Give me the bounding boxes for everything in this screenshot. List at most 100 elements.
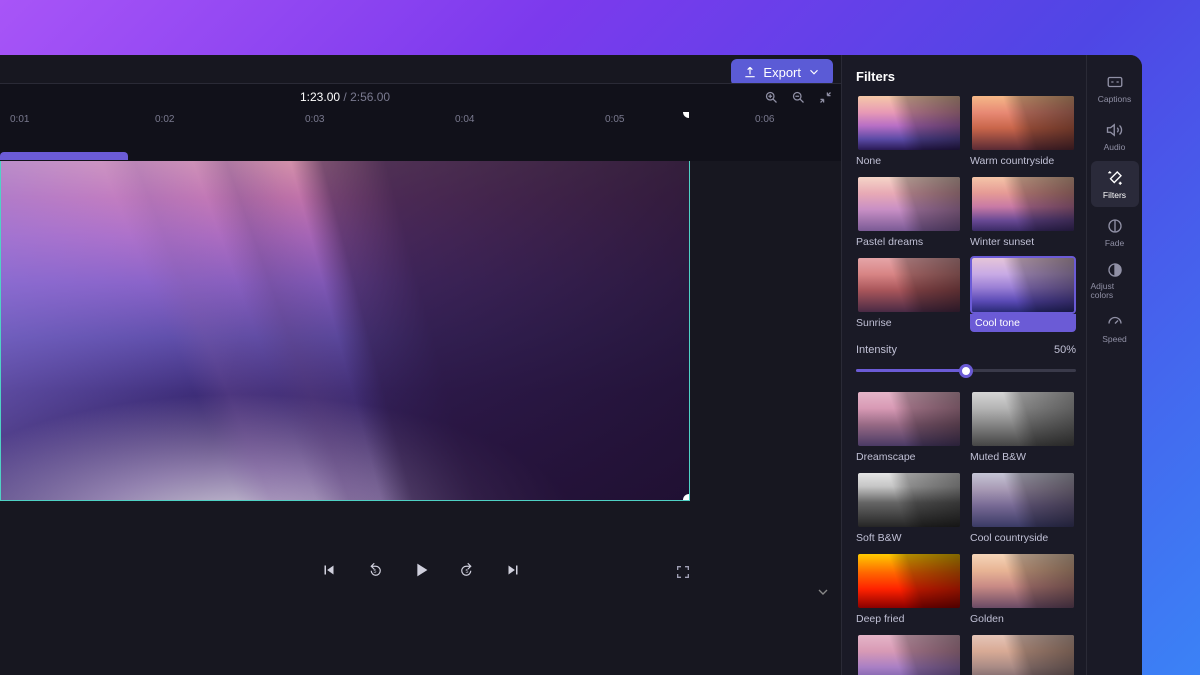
playback-controls: 5 5 — [0, 550, 841, 590]
collapse-icon — [818, 90, 833, 105]
filter-label: Pastel dreams — [856, 236, 962, 248]
skip-start-button[interactable] — [315, 556, 343, 584]
filter-dreamscape[interactable]: Dreamscape — [856, 390, 962, 465]
tool-filters[interactable]: Filters — [1091, 161, 1139, 207]
timecode-display: 1:23.00 / 2:56.00 — [300, 90, 390, 104]
video-clip[interactable] — [0, 152, 128, 160]
zoom-fit-button[interactable] — [818, 90, 833, 105]
filter-deep-fried[interactable]: Deep fried — [856, 552, 962, 627]
preview-image — [1, 112, 689, 500]
app-window: Export 16:9 5 5 — [0, 55, 1142, 675]
zoom-in-button[interactable] — [764, 90, 779, 105]
upload-icon — [743, 65, 757, 79]
skip-end-button[interactable] — [499, 556, 527, 584]
zoom-out-button[interactable] — [791, 90, 806, 105]
ruler-tick: 0:03 — [305, 114, 324, 125]
play-icon — [410, 559, 432, 581]
ruler-tick: 0:05 — [605, 114, 624, 125]
intensity-control: Intensity 50% — [856, 344, 1076, 378]
magic-wand-icon — [1106, 169, 1124, 187]
filter-label: Cool countryside — [970, 532, 1076, 544]
tool-adjust-colors[interactable]: Adjust colors — [1091, 257, 1139, 303]
timeline-ruler[interactable]: 0:01 0:02 0:03 0:04 0:05 0:06 — [0, 110, 841, 130]
chevron-down-icon — [815, 584, 831, 600]
fullscreen-icon — [675, 564, 691, 580]
filter-label: None — [856, 155, 962, 167]
rewind-5-icon: 5 — [366, 561, 384, 579]
main-editor-area: Export 16:9 5 5 — [0, 55, 841, 675]
tool-label: Adjust colors — [1091, 282, 1139, 299]
filter-label: Warm countryside — [970, 155, 1076, 167]
slider-thumb[interactable] — [959, 364, 973, 378]
filter-winter-sunset[interactable]: Winter sunset — [970, 175, 1076, 250]
fade-icon — [1106, 217, 1124, 235]
filter-label: Deep fried — [856, 613, 962, 625]
filter-label: Winter sunset — [970, 236, 1076, 248]
timeline-header: 1:23.00 / 2:56.00 — [0, 84, 841, 110]
intensity-label: Intensity — [856, 344, 897, 356]
filters-panel: Filters None Warm countryside Pastel dre… — [841, 55, 1086, 675]
speedometer-icon — [1106, 313, 1124, 331]
filter-pastel-dreams[interactable]: Pastel dreams — [856, 175, 962, 250]
filter-sunrise[interactable]: Sunrise — [856, 256, 962, 334]
fullscreen-button[interactable] — [675, 564, 691, 583]
tool-label: Fade — [1105, 238, 1124, 248]
ruler-tick: 0:06 — [755, 114, 774, 125]
filter-grid: None Warm countryside Pastel dreams Wint… — [856, 94, 1076, 675]
video-preview-canvas[interactable] — [0, 111, 690, 501]
filter-none[interactable]: None — [856, 94, 962, 169]
timeline-zoom-tools — [764, 90, 833, 105]
timeline-track[interactable] — [0, 130, 841, 160]
collapse-panel-button[interactable] — [815, 584, 831, 605]
tool-speed[interactable]: Speed — [1091, 305, 1139, 351]
tool-fade[interactable]: Fade — [1091, 209, 1139, 255]
intensity-value: 50% — [1054, 344, 1076, 356]
panel-title: Filters — [856, 69, 1076, 84]
current-time: 1:23.00 — [300, 90, 340, 104]
filter-label: Soft B&W — [856, 532, 962, 544]
tool-captions[interactable]: Captions — [1091, 65, 1139, 111]
filter-more-2[interactable] — [970, 633, 1076, 675]
captions-icon — [1106, 73, 1124, 91]
filter-label: Cool tone — [970, 314, 1076, 332]
filter-cool-countryside[interactable]: Cool countryside — [970, 471, 1076, 546]
ruler-tick: 0:01 — [10, 114, 29, 125]
tool-label: Filters — [1103, 190, 1126, 200]
total-time: 2:56.00 — [350, 90, 390, 104]
tool-label: Audio — [1104, 142, 1126, 152]
chevron-down-icon — [807, 65, 821, 79]
tool-label: Captions — [1098, 94, 1132, 104]
tool-label: Speed — [1102, 334, 1127, 344]
filter-label: Sunrise — [856, 317, 962, 329]
filter-muted-bw[interactable]: Muted B&W — [970, 390, 1076, 465]
zoom-in-icon — [764, 90, 779, 105]
filter-label: Muted B&W — [970, 451, 1076, 463]
ruler-tick: 0:02 — [155, 114, 174, 125]
filter-golden[interactable]: Golden — [970, 552, 1076, 627]
svg-text:5: 5 — [465, 569, 468, 575]
skip-previous-icon — [320, 561, 338, 579]
svg-text:5: 5 — [373, 569, 376, 575]
filter-warm-countryside[interactable]: Warm countryside — [970, 94, 1076, 169]
filter-cool-tone[interactable]: Cool tone — [970, 256, 1076, 334]
rewind-5-button[interactable]: 5 — [361, 556, 389, 584]
filter-label: Golden — [970, 613, 1076, 625]
timeline-section: 1:23.00 / 2:56.00 0:01 0:02 0:03 0:04 0:… — [0, 83, 841, 161]
play-button[interactable] — [407, 556, 435, 584]
preview-header: Export — [0, 55, 841, 83]
forward-5-icon: 5 — [458, 561, 476, 579]
half-circle-icon — [1106, 261, 1124, 279]
zoom-out-icon — [791, 90, 806, 105]
intensity-slider[interactable] — [856, 364, 1076, 378]
forward-5-button[interactable]: 5 — [453, 556, 481, 584]
filter-soft-bw[interactable]: Soft B&W — [856, 471, 962, 546]
export-label: Export — [763, 65, 801, 80]
tool-sidebar: Captions Audio Filters Fade Adjust color… — [1086, 55, 1142, 675]
export-button[interactable]: Export — [731, 59, 833, 86]
filter-label: Dreamscape — [856, 451, 962, 463]
skip-next-icon — [504, 561, 522, 579]
filter-more-1[interactable] — [856, 633, 962, 675]
ruler-tick: 0:04 — [455, 114, 474, 125]
tool-audio[interactable]: Audio — [1091, 113, 1139, 159]
audio-icon — [1106, 121, 1124, 139]
